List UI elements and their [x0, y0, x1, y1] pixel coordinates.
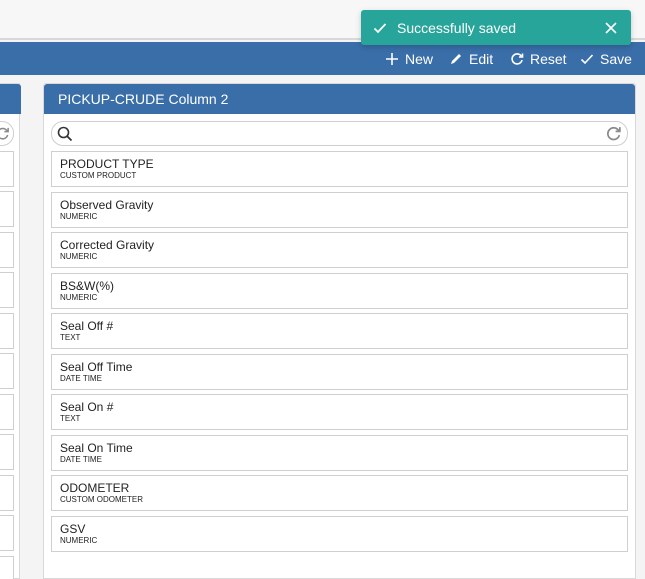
- refresh-icon[interactable]: [0, 126, 10, 141]
- edit-button-label: Edit: [469, 50, 494, 67]
- field-type: DATE TIME: [60, 373, 102, 383]
- pencil-icon: [451, 53, 461, 64]
- new-button-label: New: [405, 50, 434, 67]
- check-icon: [373, 22, 387, 33]
- left-panel-header: [0, 84, 21, 114]
- toast-message: Successfully saved: [397, 19, 517, 36]
- left-list-item[interactable]: [0, 353, 14, 389]
- field-name: Corrected Gravity: [60, 238, 155, 252]
- field-type: NUMERIC: [60, 252, 98, 261]
- left-list-item[interactable]: [0, 434, 14, 470]
- reset-button[interactable]: Reset: [510, 42, 567, 75]
- left-list-item[interactable]: [0, 475, 14, 511]
- save-button[interactable]: Save: [580, 42, 632, 75]
- new-button[interactable]: New: [385, 42, 433, 75]
- field-name: BS&W(%): [60, 278, 114, 293]
- field-item[interactable]: PRODUCT TYPE CUSTOM PRODUCT: [51, 151, 628, 187]
- field-item[interactable]: Seal On Time DATE TIME: [51, 434, 628, 471]
- close-icon[interactable]: [605, 21, 617, 34]
- field-item[interactable]: GSV NUMERIC: [51, 515, 628, 552]
- left-list-item[interactable]: [0, 151, 14, 187]
- field-name: PRODUCT TYPE: [60, 157, 154, 171]
- field-item[interactable]: BS&W(%) NUMERIC: [51, 272, 628, 309]
- field-type: NUMERIC: [60, 211, 98, 221]
- left-list-item[interactable]: [0, 556, 14, 579]
- left-list-item[interactable]: [0, 515, 14, 551]
- field-item[interactable]: Seal Off Time DATE TIME: [51, 353, 628, 390]
- field-type: CUSTOM PRODUCT: [60, 171, 137, 180]
- field-name: GSV: [60, 521, 86, 536]
- edit-button[interactable]: Edit: [449, 42, 493, 75]
- field-item[interactable]: Observed Gravity NUMERIC: [51, 191, 628, 228]
- field-name: Seal On Time: [60, 440, 133, 455]
- refresh-icon: [511, 52, 524, 65]
- field-item[interactable]: Seal Off # TEXT: [51, 313, 628, 349]
- field-name: Seal Off #: [60, 319, 114, 333]
- field-name: ODOMETER: [60, 481, 130, 495]
- field-item[interactable]: Corrected Gravity NUMERIC: [51, 232, 628, 268]
- refresh-icon[interactable]: [605, 125, 622, 142]
- reset-button-label: Reset: [530, 50, 567, 67]
- search-icon: [57, 126, 73, 142]
- field-type: CUSTOM ODOMETER: [60, 495, 143, 504]
- field-type: DATE TIME: [60, 454, 102, 464]
- app-root: New Edit Reset Save Successfully saved P…: [0, 0, 645, 579]
- check-icon: [580, 53, 594, 64]
- left-list-item[interactable]: [0, 394, 14, 430]
- field-list: PRODUCT TYPE CUSTOM PRODUCT Observed Gra…: [51, 151, 628, 556]
- success-toast: Successfully saved: [361, 10, 631, 45]
- plus-icon: [386, 52, 398, 65]
- field-type: NUMERIC: [60, 535, 98, 545]
- column-panel: PICKUP-CRUDE Column 2 PRODUCT TYPE CUSTO…: [43, 83, 636, 579]
- field-name: Seal On #: [60, 400, 114, 414]
- left-list-item[interactable]: [0, 191, 14, 227]
- left-list-item[interactable]: [0, 313, 14, 349]
- panel-title: PICKUP-CRUDE Column 2: [44, 84, 635, 114]
- field-item[interactable]: Seal On # TEXT: [51, 394, 628, 430]
- left-list-item[interactable]: [0, 232, 14, 268]
- left-list-item[interactable]: [0, 272, 14, 308]
- field-name: Seal Off Time: [60, 359, 133, 374]
- field-type: TEXT: [60, 414, 81, 423]
- save-button-label: Save: [600, 50, 632, 67]
- left-column-panel: [0, 83, 21, 579]
- field-name: Observed Gravity: [60, 197, 154, 212]
- left-search-box[interactable]: [0, 121, 14, 146]
- field-type: NUMERIC: [60, 292, 98, 302]
- field-item[interactable]: ODOMETER CUSTOM ODOMETER: [51, 475, 628, 511]
- search-box: [51, 121, 628, 146]
- toolbar: New Edit Reset Save: [0, 42, 645, 75]
- search-input[interactable]: [78, 124, 598, 143]
- field-type: TEXT: [60, 333, 81, 342]
